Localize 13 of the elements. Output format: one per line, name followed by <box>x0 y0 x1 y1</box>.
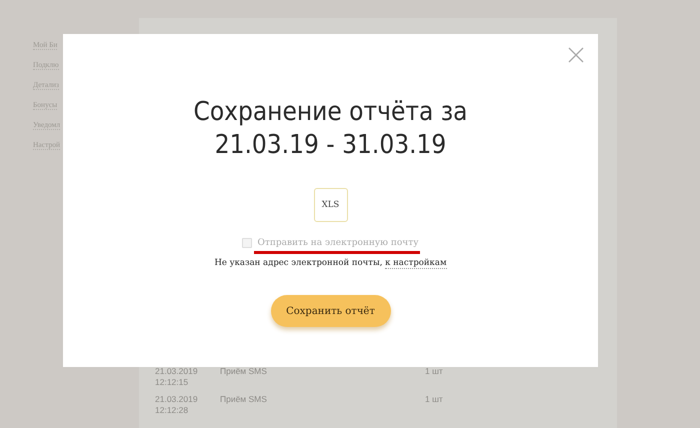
table-cell-text: 1 шт <box>425 394 444 406</box>
table-cell-text: 21.03.2019 12:12:28 <box>155 394 199 417</box>
table-cell-text: 1 шт <box>425 366 444 378</box>
close-icon[interactable] <box>568 47 584 63</box>
email-note: Не указан адрес электронной почты, к настройкам <box>214 258 447 268</box>
settings-link[interactable]: к настройкам <box>385 258 447 269</box>
format-option[interactable]: XLS <box>314 188 348 222</box>
table-cell-text: 21.03.2019 12:12:15 <box>155 366 199 389</box>
save-button[interactable]: Сохранить отчёт <box>270 295 390 327</box>
table-cell-text: Приём SMS <box>220 394 268 406</box>
dialog-title: Сохранение отчёта за 21.03.19 - 31.03.19 <box>194 96 468 162</box>
checkbox-label: Отправить на электронную почту <box>258 238 419 248</box>
table-cell-text: Приём SMS <box>220 366 268 378</box>
